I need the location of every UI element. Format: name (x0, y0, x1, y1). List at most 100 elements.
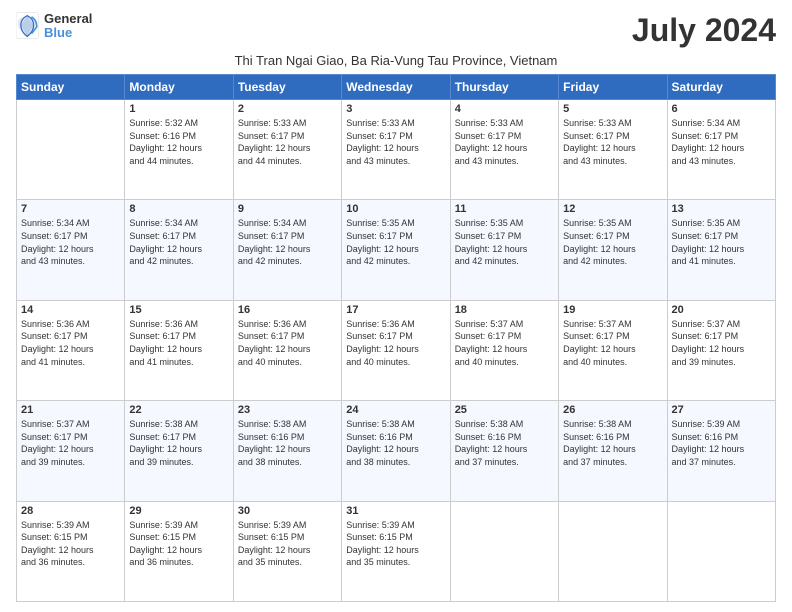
month-title: July 2024 (632, 12, 776, 49)
logo-icon (16, 12, 40, 40)
day-info: Sunrise: 5:39 AM Sunset: 6:15 PM Dayligh… (346, 519, 445, 569)
day-number: 20 (672, 304, 771, 316)
day-info: Sunrise: 5:38 AM Sunset: 6:16 PM Dayligh… (455, 418, 554, 468)
day-cell: 24 Sunrise: 5:38 AM Sunset: 6:16 PM Dayli… (342, 401, 450, 501)
calendar-page: General Blue July 2024 Thi Tran Ngai Gia… (0, 0, 792, 612)
day-number: 12 (563, 203, 662, 215)
day-number: 14 (21, 304, 120, 316)
day-info: Sunrise: 5:38 AM Sunset: 6:17 PM Dayligh… (129, 418, 228, 468)
day-info: Sunrise: 5:37 AM Sunset: 6:17 PM Dayligh… (672, 318, 771, 368)
day-number: 7 (21, 203, 120, 215)
day-number: 29 (129, 505, 228, 517)
day-cell: 26Sunrise: 5:38 AM Sunset: 6:16 PM Dayli… (559, 401, 667, 501)
day-cell: 9Sunrise: 5:34 AM Sunset: 6:17 PM Daylig… (233, 200, 341, 300)
day-cell: 25 Sunrise: 5:38 AM Sunset: 6:16 PM Dayli… (450, 401, 558, 501)
day-number: 9 (238, 203, 337, 215)
day-info: Sunrise: 5:35 AM Sunset: 6:17 PM Dayligh… (346, 217, 445, 267)
day-info: Sunrise: 5:39 AM Sunset: 6:15 PM Dayligh… (129, 519, 228, 569)
day-info: Sunrise: 5:33 AM Sunset: 6:17 PM Dayligh… (563, 117, 662, 167)
day-cell: 14 Sunrise: 5:36 AM Sunset: 6:17 PM Dayli… (17, 300, 125, 400)
day-info: Sunrise: 5:34 AM Sunset: 6:17 PM Dayligh… (672, 117, 771, 167)
day-number: 16 (238, 304, 337, 316)
day-cell (667, 501, 775, 601)
day-info: Sunrise: 5:33 AM Sunset: 6:17 PM Dayligh… (238, 117, 337, 167)
day-number: 13 (672, 203, 771, 215)
week-row-4: 21 Sunrise: 5:37 AM Sunset: 6:17 PM Dayli… (17, 401, 776, 501)
day-number: 17 (346, 304, 445, 316)
day-info: Sunrise: 5:36 AM Sunset: 6:17 PM Dayligh… (129, 318, 228, 368)
logo-general: General (44, 12, 92, 26)
day-info: Sunrise: 5:38 AM Sunset: 6:16 PM Dayligh… (238, 418, 337, 468)
day-info: Sunrise: 5:39 AM Sunset: 6:15 PM Dayligh… (21, 519, 120, 569)
calendar-table: SundayMondayTuesdayWednesdayThursdayFrid… (16, 74, 776, 602)
day-cell: 7 Sunrise: 5:34 AM Sunset: 6:17 PM Daylig… (17, 200, 125, 300)
col-header-saturday: Saturday (667, 75, 775, 100)
day-cell: 20 Sunrise: 5:37 AM Sunset: 6:17 PM Dayli… (667, 300, 775, 400)
week-row-5: 28 Sunrise: 5:39 AM Sunset: 6:15 PM Dayli… (17, 501, 776, 601)
subtitle: Thi Tran Ngai Giao, Ba Ria-Vung Tau Prov… (16, 53, 776, 68)
day-cell: 13 Sunrise: 5:35 AM Sunset: 6:17 PM Dayli… (667, 200, 775, 300)
day-cell: 27Sunrise: 5:39 AM Sunset: 6:16 PM Dayli… (667, 401, 775, 501)
day-info: Sunrise: 5:34 AM Sunset: 6:17 PM Dayligh… (129, 217, 228, 267)
day-cell: 4 Sunrise: 5:33 AM Sunset: 6:17 PM Daylig… (450, 100, 558, 200)
day-cell: 19Sunrise: 5:37 AM Sunset: 6:17 PM Dayli… (559, 300, 667, 400)
day-number: 4 (455, 103, 554, 115)
day-info: Sunrise: 5:35 AM Sunset: 6:17 PM Dayligh… (563, 217, 662, 267)
day-info: Sunrise: 5:38 AM Sunset: 6:16 PM Dayligh… (346, 418, 445, 468)
day-cell: 21 Sunrise: 5:37 AM Sunset: 6:17 PM Dayli… (17, 401, 125, 501)
day-number: 30 (238, 505, 337, 517)
logo-text: General Blue (44, 12, 92, 41)
week-row-1: 1Sunrise: 5:32 AM Sunset: 6:16 PM Daylig… (17, 100, 776, 200)
day-cell: 8Sunrise: 5:34 AM Sunset: 6:17 PM Daylig… (125, 200, 233, 300)
week-row-3: 14 Sunrise: 5:36 AM Sunset: 6:17 PM Dayli… (17, 300, 776, 400)
day-number: 1 (129, 103, 228, 115)
day-cell: 12 Sunrise: 5:35 AM Sunset: 6:17 PM Dayli… (559, 200, 667, 300)
day-info: Sunrise: 5:35 AM Sunset: 6:17 PM Dayligh… (672, 217, 771, 267)
day-number: 23 (238, 404, 337, 416)
col-header-wednesday: Wednesday (342, 75, 450, 100)
day-number: 26 (563, 404, 662, 416)
day-info: Sunrise: 5:39 AM Sunset: 6:15 PM Dayligh… (238, 519, 337, 569)
day-cell: 23 Sunrise: 5:38 AM Sunset: 6:16 PM Dayli… (233, 401, 341, 501)
day-number: 28 (21, 505, 120, 517)
day-info: Sunrise: 5:33 AM Sunset: 6:17 PM Dayligh… (455, 117, 554, 167)
header-row: SundayMondayTuesdayWednesdayThursdayFrid… (17, 75, 776, 100)
day-number: 31 (346, 505, 445, 517)
day-cell: 2 Sunrise: 5:33 AM Sunset: 6:17 PM Daylig… (233, 100, 341, 200)
day-info: Sunrise: 5:37 AM Sunset: 6:17 PM Dayligh… (563, 318, 662, 368)
logo: General Blue (16, 12, 92, 41)
day-cell: 28 Sunrise: 5:39 AM Sunset: 6:15 PM Dayli… (17, 501, 125, 601)
day-number: 5 (563, 103, 662, 115)
day-cell: 10 Sunrise: 5:35 AM Sunset: 6:17 PM Dayli… (342, 200, 450, 300)
day-cell: 11Sunrise: 5:35 AM Sunset: 6:17 PM Dayli… (450, 200, 558, 300)
col-header-sunday: Sunday (17, 75, 125, 100)
day-cell: 30 Sunrise: 5:39 AM Sunset: 6:15 PM Dayli… (233, 501, 341, 601)
day-info: Sunrise: 5:36 AM Sunset: 6:17 PM Dayligh… (238, 318, 337, 368)
day-cell: 16 Sunrise: 5:36 AM Sunset: 6:17 PM Dayli… (233, 300, 341, 400)
col-header-monday: Monday (125, 75, 233, 100)
day-cell (559, 501, 667, 601)
day-cell: 1Sunrise: 5:32 AM Sunset: 6:16 PM Daylig… (125, 100, 233, 200)
day-info: Sunrise: 5:36 AM Sunset: 6:17 PM Dayligh… (346, 318, 445, 368)
day-number: 21 (21, 404, 120, 416)
day-info: Sunrise: 5:36 AM Sunset: 6:17 PM Dayligh… (21, 318, 120, 368)
day-cell: 31 Sunrise: 5:39 AM Sunset: 6:15 PM Dayli… (342, 501, 450, 601)
col-header-friday: Friday (559, 75, 667, 100)
day-cell: 17 Sunrise: 5:36 AM Sunset: 6:17 PM Dayli… (342, 300, 450, 400)
day-cell: 22Sunrise: 5:38 AM Sunset: 6:17 PM Dayli… (125, 401, 233, 501)
day-cell: 6 Sunrise: 5:34 AM Sunset: 6:17 PM Daylig… (667, 100, 775, 200)
day-number: 25 (455, 404, 554, 416)
col-header-tuesday: Tuesday (233, 75, 341, 100)
day-number: 6 (672, 103, 771, 115)
day-number: 27 (672, 404, 771, 416)
day-info: Sunrise: 5:34 AM Sunset: 6:17 PM Dayligh… (21, 217, 120, 267)
day-number: 2 (238, 103, 337, 115)
day-number: 11 (455, 203, 554, 215)
day-cell: 3Sunrise: 5:33 AM Sunset: 6:17 PM Daylig… (342, 100, 450, 200)
day-number: 24 (346, 404, 445, 416)
day-number: 10 (346, 203, 445, 215)
day-cell: 15Sunrise: 5:36 AM Sunset: 6:17 PM Dayli… (125, 300, 233, 400)
day-cell (450, 501, 558, 601)
day-info: Sunrise: 5:37 AM Sunset: 6:17 PM Dayligh… (21, 418, 120, 468)
day-number: 18 (455, 304, 554, 316)
